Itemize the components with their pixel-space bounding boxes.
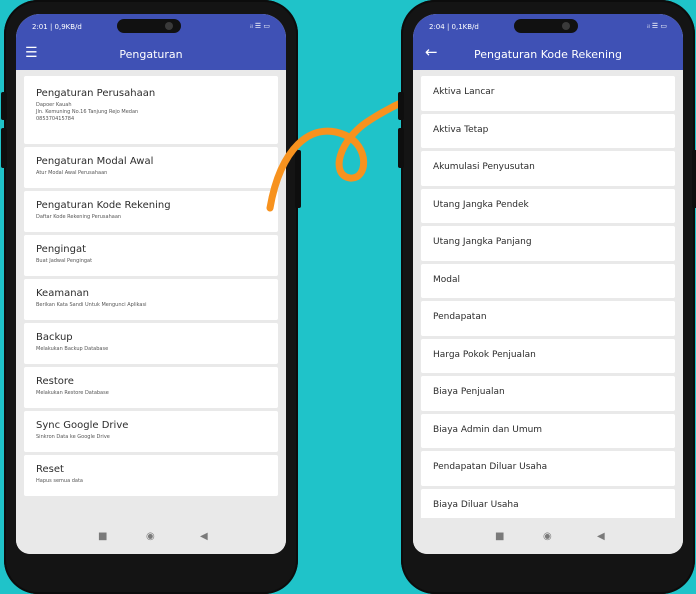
account-code-label: Harga Pokok Penjualan <box>433 349 536 360</box>
screen: 2:04 | 0,1KB/d ᵢₗ ☰ ▭ ← Pengaturan Kode … <box>413 14 683 554</box>
settings-item-subtitle: Melakukan Backup Database <box>36 346 109 352</box>
settings-item-title: Pengaturan Kode Rekening <box>36 200 171 211</box>
settings-item[interactable]: Sync Google Drive Sinkron Data ke Google … <box>24 411 278 452</box>
home-icon[interactable]: ◉ <box>146 532 155 542</box>
account-code-item[interactable]: Utang Jangka Pendek <box>421 188 675 223</box>
settings-item-subtitle: Daftar Kode Rekening Perusahaan <box>36 214 122 220</box>
account-code-label: Pendapatan <box>433 312 487 322</box>
settings-item-subtitle: Sinkron Data ke Google Drive <box>36 434 110 440</box>
settings-item-title: Restore <box>36 376 74 387</box>
settings-item[interactable]: Backup Melakukan Backup Database <box>24 323 278 364</box>
account-code-label: Biaya Admin dan Umum <box>433 424 543 435</box>
account-code-item[interactable]: Harga Pokok Penjualan <box>421 338 675 373</box>
camera-icon <box>165 22 173 30</box>
settings-item[interactable]: Pengaturan Perusahaan Dapoer Kauah Jln. Ke… <box>24 76 278 144</box>
settings-item-subtitle: Melakukan Restore Database <box>36 390 109 396</box>
volume-button <box>1 128 7 168</box>
account-code-label: Akumulasi Penyusutan <box>433 162 535 172</box>
account-code-label: Biaya Diluar Usaha <box>433 499 519 510</box>
signal-battery-icon: ᵢₗ ☰ ▭ <box>647 22 667 30</box>
settings-item-title: Pengaturan Modal Awal <box>36 156 154 167</box>
account-code-label: Modal <box>433 274 460 285</box>
account-code-item[interactable]: Aktiva Tetap <box>421 113 675 148</box>
settings-item-title: Pengaturan Perusahaan <box>36 88 156 99</box>
settings-item-title: Backup <box>36 332 73 343</box>
app-bar: ← Pengaturan Kode Rekening <box>413 40 683 70</box>
account-code-item[interactable]: Biaya Penjualan <box>421 376 675 411</box>
page-title: Pengaturan <box>119 48 183 61</box>
home-icon[interactable]: ◉ <box>543 532 552 542</box>
settings-item[interactable]: Pengingat Buat Jadwal Pengingat <box>24 235 278 276</box>
navigation-bar: ■ ◉ ◀ <box>413 518 683 554</box>
settings-item-subtitle: Jln. Kemuning No.16 Tanjung Rejo Medan <box>36 109 139 115</box>
settings-item-title: Pengingat <box>36 244 87 255</box>
settings-item-subtitle: Berikan Kata Sandi Untuk Mengunci Aplika… <box>36 302 147 308</box>
page-title: Pengaturan Kode Rekening <box>473 48 622 61</box>
settings-item-subtitle: Buat Jadwal Pengingat <box>36 258 93 264</box>
power-button <box>692 150 696 208</box>
account-code-item[interactable]: Akumulasi Penyusutan <box>421 151 675 186</box>
settings-item[interactable]: Keamanan Berikan Kata Sandi Untuk Mengunc… <box>24 279 278 320</box>
status-time: 2:01 | 0,9KB/d <box>32 23 82 31</box>
volume-button <box>398 92 404 120</box>
settings-item[interactable]: Restore Melakukan Restore Database <box>24 367 278 408</box>
status-bar: 2:01 | 0,9KB/d ᵢₗ ☰ ▭ <box>16 14 286 40</box>
account-code-item[interactable]: Biaya Admin dan Umum <box>421 413 675 448</box>
account-code-item[interactable]: Pendapatan <box>421 301 675 336</box>
phone-right: 2:04 | 0,1KB/d ᵢₗ ☰ ▭ ← Pengaturan Kode … <box>398 0 696 594</box>
volume-button <box>1 92 7 120</box>
settings-item[interactable]: Pengaturan Kode Rekening Daftar Kode Reke… <box>24 191 278 232</box>
settings-item-subtitle: Atur Modal Awal Perusahaan <box>36 170 108 176</box>
account-code-label: Aktiva Tetap <box>433 124 489 135</box>
settings-item-title: Reset <box>36 464 64 475</box>
status-bar: 2:04 | 0,1KB/d ᵢₗ ☰ ▭ <box>413 14 683 40</box>
settings-item-subtitle: Hapus semua data <box>36 478 83 484</box>
account-code-label: Pendapatan Diluar Usaha <box>433 462 548 472</box>
back-icon[interactable]: ◀ <box>597 532 605 542</box>
account-code-label: Utang Jangka Panjang <box>433 237 532 247</box>
camera-icon <box>562 22 570 30</box>
screen: 2:01 | 0,9KB/d ᵢₗ ☰ ▭ ☰ Pengaturan Penga… <box>16 14 286 554</box>
settings-item-title: Keamanan <box>36 288 90 299</box>
account-code-label: Biaya Penjualan <box>433 387 505 397</box>
settings-item-subtitle: Dapoer Kauah <box>36 102 72 108</box>
settings-item-title: Sync Google Drive <box>36 420 129 431</box>
settings-item[interactable]: Pengaturan Modal Awal Atur Modal Awal Per… <box>24 147 278 188</box>
account-code-label: Utang Jangka Pendek <box>433 199 529 210</box>
app-bar: ☰ Pengaturan <box>16 40 286 70</box>
volume-button <box>398 128 404 168</box>
account-code-list: Aktiva Lancar Aktiva Tetap Akumulasi Penyu… <box>421 76 675 526</box>
account-code-label: Aktiva Lancar <box>433 87 495 97</box>
status-time: 2:04 | 0,1KB/d <box>429 23 479 31</box>
settings-item[interactable]: Reset Hapus semua data <box>24 455 278 496</box>
recents-icon[interactable]: ■ <box>98 532 107 542</box>
settings-list: Pengaturan Perusahaan Dapoer Kauah Jln. Ke… <box>24 76 278 499</box>
account-code-item[interactable]: Aktiva Lancar <box>421 76 675 111</box>
settings-item-subtitle: 085370415784 <box>36 116 75 122</box>
account-code-item[interactable]: Modal <box>421 263 675 298</box>
back-icon[interactable]: ◀ <box>200 532 208 542</box>
recents-icon[interactable]: ■ <box>495 532 504 542</box>
account-code-item[interactable]: Utang Jangka Panjang <box>421 226 675 261</box>
navigation-bar: ■ ◉ ◀ <box>16 518 286 554</box>
signal-battery-icon: ᵢₗ ☰ ▭ <box>250 22 270 30</box>
account-code-item[interactable]: Pendapatan Diluar Usaha <box>421 451 675 486</box>
